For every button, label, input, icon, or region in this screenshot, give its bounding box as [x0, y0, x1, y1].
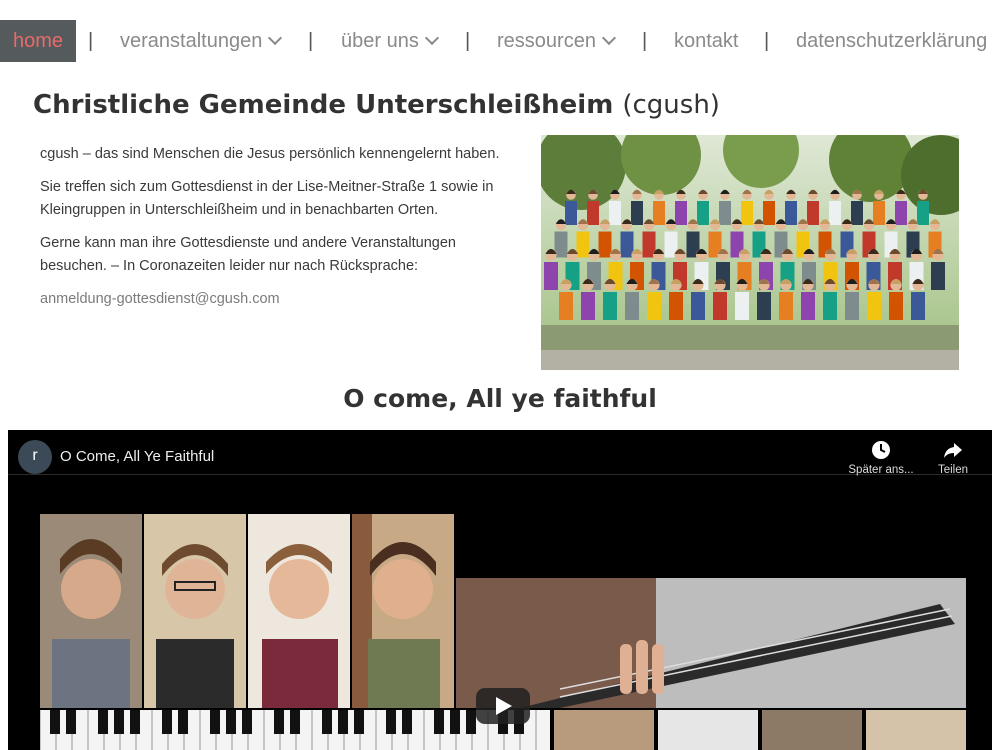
- intro-paragraph: Gerne kann man ihre Gottesdienste und an…: [40, 235, 456, 274]
- intro-paragraph: anmeldung-gottesdienst@cgush.com: [40, 288, 520, 311]
- video-thumbnail[interactable]: [40, 514, 980, 750]
- group-photo: [541, 135, 959, 370]
- intro-text: cgush – das sind Menschen die Jesus pers…: [40, 143, 520, 321]
- intro-paragraph: Sie treffen sich zum Gottesdienst in der…: [40, 179, 494, 218]
- channel-avatar[interactable]: r: [18, 440, 52, 474]
- chevron-down-icon: [601, 30, 617, 46]
- chevron-down-icon: [268, 30, 283, 46]
- watch-later-button[interactable]: Später ans...: [846, 440, 916, 476]
- nav-separator: |: [308, 30, 314, 52]
- clock-icon: [872, 441, 890, 459]
- video-title[interactable]: O Come, All Ye Faithful: [60, 448, 214, 465]
- watch-later-label: Später ans...: [848, 464, 914, 476]
- share-button[interactable]: Teilen: [918, 440, 988, 476]
- nav-item-label: ressourcen: [497, 30, 596, 52]
- email-link[interactable]: anmeldung-gottesdienst@cgush.com: [40, 291, 280, 307]
- share-label: Teilen: [937, 464, 969, 476]
- nav-item-label: veranstaltungen: [120, 30, 263, 52]
- page-title: Christliche Gemeinde Unterschleißheim (c…: [33, 90, 720, 120]
- nav-separator: |: [642, 30, 648, 52]
- nav-item-ueber-uns[interactable]: über uns: [341, 20, 439, 62]
- page-title-main: Christliche Gemeinde Unterschleißheim: [33, 90, 614, 120]
- nav-item-kontakt[interactable]: kontakt: [674, 20, 738, 62]
- share-icon: [944, 443, 962, 458]
- page-title-abbr: (cgush): [622, 90, 720, 120]
- nav-item-datenschutz[interactable]: datenschutzerklärung: [796, 20, 987, 62]
- nav-separator: |: [88, 30, 94, 52]
- nav-item-home[interactable]: home: [0, 20, 77, 62]
- nav-item-veranstaltungen[interactable]: veranstaltungen: [120, 20, 283, 62]
- main-nav: home | veranstaltungen | über uns | ress…: [0, 20, 1000, 62]
- group-photo-illustration: [541, 135, 959, 370]
- youtube-embed[interactable]: r O Come, All Ye Faithful Später ans... …: [8, 430, 992, 750]
- chevron-down-icon: [424, 30, 439, 46]
- nav-item-ressourcen[interactable]: ressourcen: [497, 20, 617, 62]
- intro-paragraph: cgush – das sind Menschen die Jesus pers…: [40, 146, 500, 162]
- video-header: r O Come, All Ye Faithful Später ans... …: [8, 430, 992, 476]
- nav-separator: |: [764, 30, 770, 52]
- nav-item-label: über uns: [341, 30, 419, 52]
- nav-separator: |: [465, 30, 471, 52]
- video-section-heading: O come, All ye faithful: [343, 384, 657, 413]
